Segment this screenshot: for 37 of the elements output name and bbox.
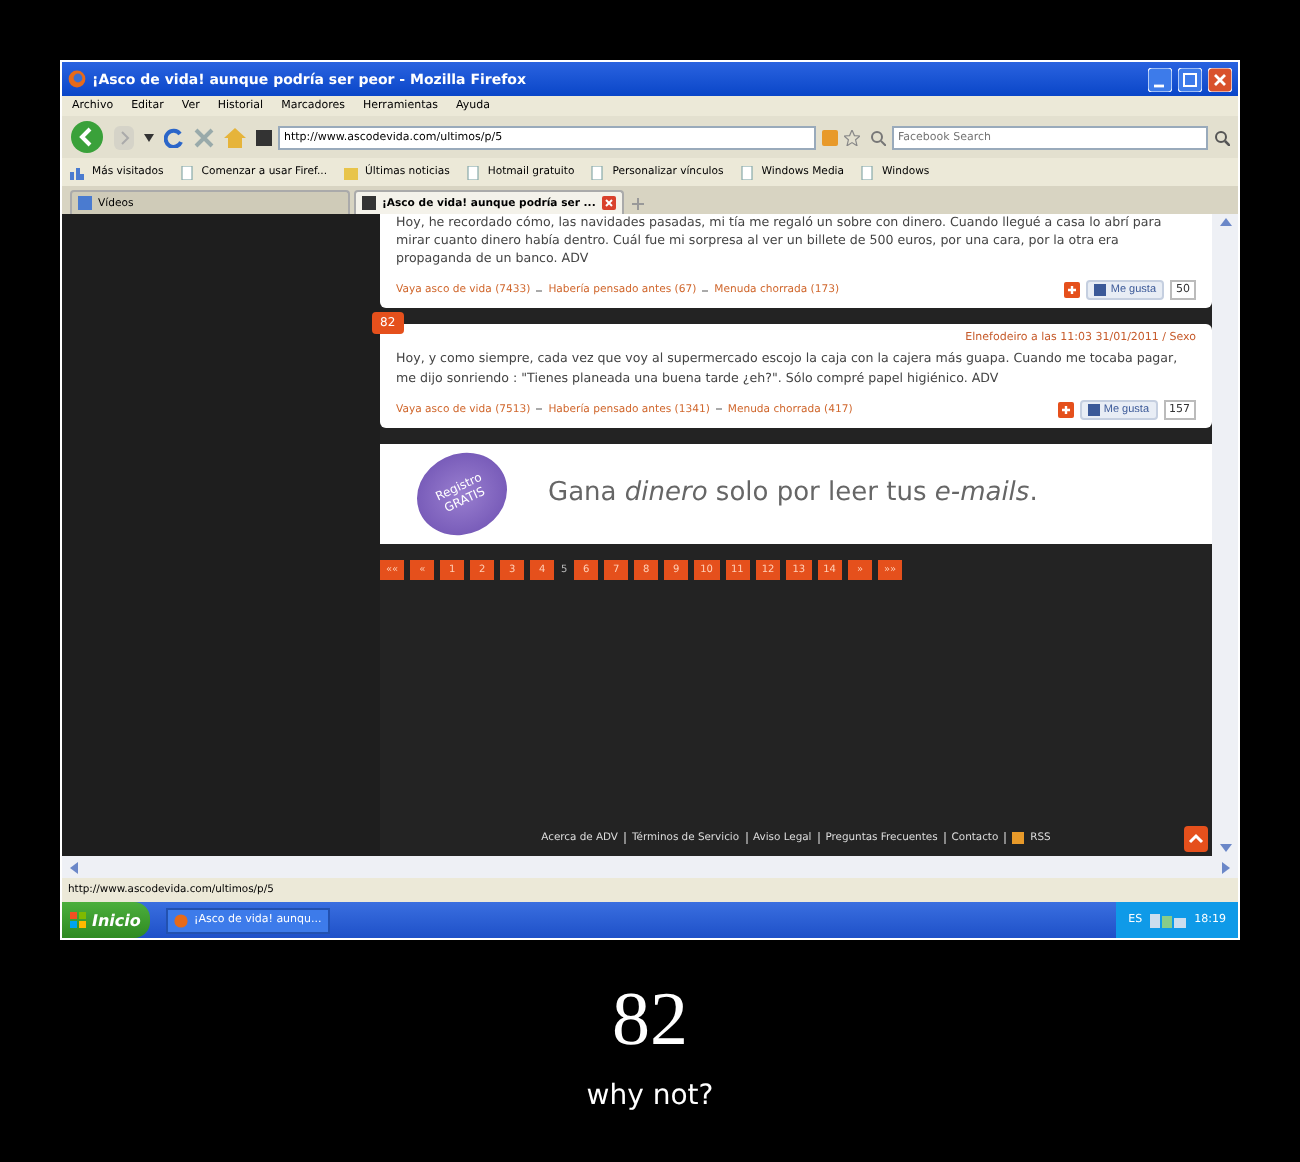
vertical-scrollbar[interactable] <box>1212 214 1238 856</box>
windows-logo-icon <box>70 912 86 928</box>
folder-icon[interactable] <box>343 165 358 179</box>
close-icon[interactable] <box>1208 67 1232 91</box>
page-icon <box>78 196 92 210</box>
poster-title: 82 <box>610 980 690 1064</box>
maximize-icon[interactable] <box>1178 67 1202 91</box>
back-to-top-icon[interactable] <box>1184 826 1208 852</box>
network-icon[interactable] <box>1150 913 1187 927</box>
reload-icon[interactable] <box>164 127 184 147</box>
star-icon[interactable] <box>844 129 860 145</box>
rss-icon[interactable] <box>822 129 838 145</box>
plus-icon[interactable] <box>1057 401 1074 418</box>
poster-caption: why not? <box>584 1079 716 1112</box>
home-icon[interactable] <box>224 127 246 147</box>
page-icon[interactable] <box>179 165 194 179</box>
dropdown-arrow-icon[interactable] <box>144 133 154 141</box>
bar-chart-icon[interactable] <box>70 165 84 179</box>
search-icon[interactable] <box>1214 129 1230 145</box>
page-icon[interactable] <box>590 165 605 179</box>
page-icon[interactable] <box>739 165 754 179</box>
horizontal-scrollbar[interactable] <box>62 856 1238 878</box>
site-favicon-icon <box>256 129 272 145</box>
page-icon[interactable] <box>465 165 480 179</box>
page-icon[interactable] <box>860 165 875 179</box>
plus-icon[interactable] <box>1064 282 1081 299</box>
rss-icon <box>1012 832 1025 844</box>
start-button[interactable]: Inicio <box>62 902 150 938</box>
page-icon <box>362 196 376 210</box>
search-engine-icon <box>870 129 886 145</box>
minimize-icon[interactable] <box>1148 67 1172 91</box>
stop-icon[interactable] <box>194 127 214 147</box>
close-icon[interactable] <box>601 196 616 210</box>
firefox-icon <box>174 913 188 927</box>
firefox-icon <box>68 70 86 88</box>
ad-text: Gana dinero solo por leer tus e-mails. <box>548 478 1038 509</box>
new-tab-icon[interactable] <box>627 194 648 214</box>
